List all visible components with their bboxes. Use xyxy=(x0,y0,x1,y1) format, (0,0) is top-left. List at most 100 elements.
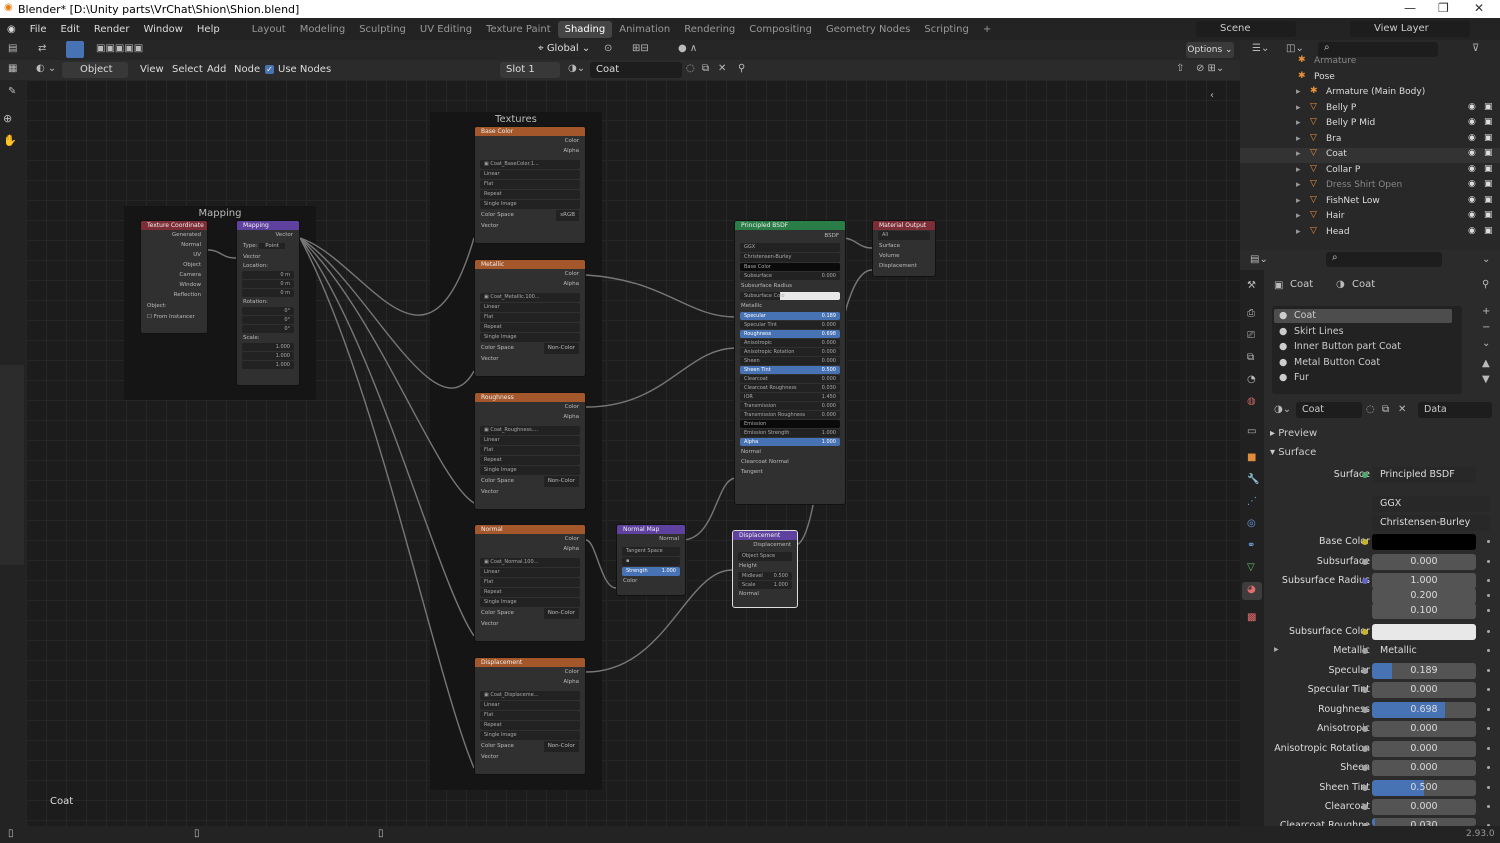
keyframe-dot-icon[interactable] xyxy=(1487,630,1490,633)
bsdf-input-row[interactable]: Clearcoat 0.000 xyxy=(740,375,840,383)
linked-input[interactable]: Metallic xyxy=(1372,643,1476,659)
blender-menu-icon[interactable]: ◉ xyxy=(0,24,23,35)
expand-arrow-icon[interactable]: ▸ xyxy=(1296,227,1301,237)
keyframe-dot-icon[interactable] xyxy=(1487,766,1490,769)
material-slot-item[interactable]: ● Coat xyxy=(1274,309,1452,323)
pin-icon[interactable]: ⚲ xyxy=(738,63,745,74)
scale-x[interactable]: 1.000 xyxy=(242,343,294,351)
surface-input-row[interactable]: Base Color xyxy=(1264,534,1500,550)
keyframe-dot-icon[interactable] xyxy=(1487,579,1490,582)
surface-input-row[interactable]: Metallic Metallic ▸ xyxy=(1264,643,1500,659)
interpolation-dropdown[interactable]: Linear xyxy=(480,170,580,179)
value-slider[interactable]: 0.698 xyxy=(1372,702,1476,718)
image-texture-node-roughness[interactable]: Roughness Color Alpha ▣ Coat_Roughness..… xyxy=(474,392,586,510)
bsdf-input-row[interactable]: IOR 1.450 xyxy=(740,393,840,401)
outliner-row[interactable]: ✱ Pose xyxy=(1240,71,1500,86)
subsurface-method-row[interactable]: Christensen-Burley xyxy=(1264,515,1500,531)
annotate-tool-icon[interactable]: ✎ xyxy=(8,86,16,97)
keyframe-dot-icon[interactable] xyxy=(1487,688,1490,691)
extension-dropdown[interactable]: Repeat xyxy=(480,323,580,332)
add-slot-icon[interactable]: + xyxy=(1482,306,1490,317)
expand-arrow-icon[interactable]: ▸ xyxy=(1296,149,1301,159)
visibility-eye-icon[interactable]: ◉ xyxy=(1468,179,1476,189)
minimize-icon[interactable]: — xyxy=(1404,1,1416,15)
value-slider[interactable]: 0.000 xyxy=(1372,799,1476,815)
display-mode-icon[interactable]: ◫⌄ xyxy=(1286,43,1304,54)
socket-icon[interactable] xyxy=(1362,559,1368,565)
visibility-eye-icon[interactable]: ◉ xyxy=(1468,226,1476,236)
expand-arrow-icon[interactable]: ▸ xyxy=(1274,644,1279,655)
socket-icon[interactable] xyxy=(1362,765,1368,771)
material-tab-icon[interactable]: ◕ xyxy=(1247,584,1256,595)
interpolation-dropdown[interactable]: Linear xyxy=(480,701,580,710)
outliner-row[interactable]: ▸ ▽ Belly P Mid ◉ ▣ xyxy=(1240,117,1500,132)
render-camera-icon[interactable]: ▣ xyxy=(1484,195,1493,205)
options-dropdown[interactable]: Options ⌄ xyxy=(1186,42,1234,58)
surface-input-row[interactable]: Roughness 0.698 xyxy=(1264,702,1500,718)
space-dropdown[interactable]: Tangent Space xyxy=(622,547,680,556)
expand-arrow-icon[interactable]: ▸ xyxy=(1296,211,1301,221)
surface-input-row[interactable]: 0.100 xyxy=(1264,603,1500,619)
image-texture-node-base-color[interactable]: Base Color Color Alpha ▣ Coat_BaseColor.… xyxy=(474,126,586,244)
value-slider[interactable]: 0.000 xyxy=(1372,741,1476,757)
color-swatch[interactable] xyxy=(1372,534,1476,550)
keyframe-dot-icon[interactable] xyxy=(1487,594,1490,597)
extension-dropdown[interactable]: Repeat xyxy=(480,588,580,597)
subsurface-method-dropdown[interactable]: Christensen-Burley xyxy=(1372,515,1490,531)
outliner-row[interactable]: ▸ ▽ FishNet Low ◉ ▣ xyxy=(1240,195,1500,210)
object-type-dropdown[interactable]: Object xyxy=(62,62,128,78)
move-slot-up-icon[interactable]: ▲ xyxy=(1482,358,1490,369)
render-camera-icon[interactable]: ▣ xyxy=(1484,226,1493,236)
bsdf-input-row[interactable]: Subsurface 0.000 xyxy=(740,272,840,280)
preview-panel-header[interactable]: ▸ Preview xyxy=(1270,428,1317,439)
expand-arrow-icon[interactable]: ▸ xyxy=(1296,118,1301,128)
rotation-z[interactable]: 0° xyxy=(242,325,294,333)
keyframe-dot-icon[interactable] xyxy=(1487,560,1490,563)
surface-shader-field[interactable]: Principled BSDF xyxy=(1372,467,1476,483)
subsurface-method-dropdown[interactable]: Christensen-Burley xyxy=(740,253,840,262)
surface-input-row[interactable]: Specular Tint 0.000 xyxy=(1264,682,1500,698)
render-camera-icon[interactable]: ▣ xyxy=(1484,210,1493,220)
interpolation-dropdown[interactable]: Linear xyxy=(480,568,580,577)
use-nodes-checkbox[interactable]: ✓ xyxy=(265,65,274,74)
tab-shading[interactable]: Shading xyxy=(557,20,613,38)
surface-input-row[interactable]: Subsurface Color xyxy=(1264,624,1500,640)
extension-dropdown[interactable]: Repeat xyxy=(480,721,580,730)
zoom-icon[interactable]: ⊕ xyxy=(3,112,12,125)
image-texture-node-normal[interactable]: Normal Color Alpha ▣ Coat_Normal.100... … xyxy=(474,524,586,642)
render-camera-icon[interactable]: ▣ xyxy=(1484,133,1493,143)
bsdf-input-row[interactable]: Clearcoat Roughness 0.030 xyxy=(740,384,840,392)
bsdf-input-row[interactable]: Base Color xyxy=(740,263,840,271)
maximize-icon[interactable]: ❐ xyxy=(1438,1,1449,15)
rotation-y[interactable]: 0° xyxy=(242,316,294,324)
socket-icon[interactable] xyxy=(1362,668,1368,674)
image-selector[interactable]: ▣ Coat_Metallic.100... xyxy=(480,293,580,302)
scale-field[interactable]: Scale 1.000 xyxy=(738,581,792,589)
expand-arrow-icon[interactable]: ▸ xyxy=(1296,165,1301,175)
view-layer-selector[interactable]: View Layer xyxy=(1350,21,1470,37)
projection-dropdown[interactable]: Flat xyxy=(480,313,580,322)
visibility-eye-icon[interactable]: ◉ xyxy=(1468,195,1476,205)
render-camera-icon[interactable]: ▣ xyxy=(1484,164,1493,174)
remove-slot-icon[interactable]: − xyxy=(1482,322,1490,333)
bsdf-input-row[interactable]: Sheen Tint 0.500 xyxy=(740,366,840,374)
tab-compositing[interactable]: Compositing xyxy=(742,21,819,38)
properties-type-icon[interactable]: ▤⌄ xyxy=(1250,254,1268,265)
outliner-row[interactable]: ▸ ▽ Hair ◉ ▣ xyxy=(1240,210,1500,225)
image-texture-node-metallic[interactable]: Metallic Color Alpha ▣ Coat_Metallic.100… xyxy=(474,259,586,377)
bsdf-input-row[interactable]: Alpha 1.000 xyxy=(740,438,840,446)
output-tab-icon[interactable]: ⎚ xyxy=(1247,330,1255,341)
menu-node[interactable]: Node xyxy=(234,64,260,75)
surface-input-row[interactable]: Anisotropic 0.000 xyxy=(1264,721,1500,737)
texture-coordinate-node[interactable]: Texture Coordinate Generated Normal UV O… xyxy=(140,220,208,334)
socket-icon[interactable] xyxy=(1362,746,1368,752)
filter-icon[interactable]: ⊽ xyxy=(1472,43,1479,54)
bsdf-input-row[interactable]: Transmission Roughness 0.000 xyxy=(740,411,840,419)
color-space-row[interactable]: Color Space Non-Color xyxy=(475,476,585,487)
tab-uv-editing[interactable]: UV Editing xyxy=(413,21,479,38)
image-selector[interactable]: ▣ Coat_Displaceme... xyxy=(480,691,580,700)
tab-texture-paint[interactable]: Texture Paint xyxy=(479,21,558,38)
rotation-x[interactable]: 0° xyxy=(242,307,294,315)
socket-icon[interactable] xyxy=(1362,539,1368,545)
browse-material-icon[interactable]: ◑⌄ xyxy=(1274,404,1291,415)
